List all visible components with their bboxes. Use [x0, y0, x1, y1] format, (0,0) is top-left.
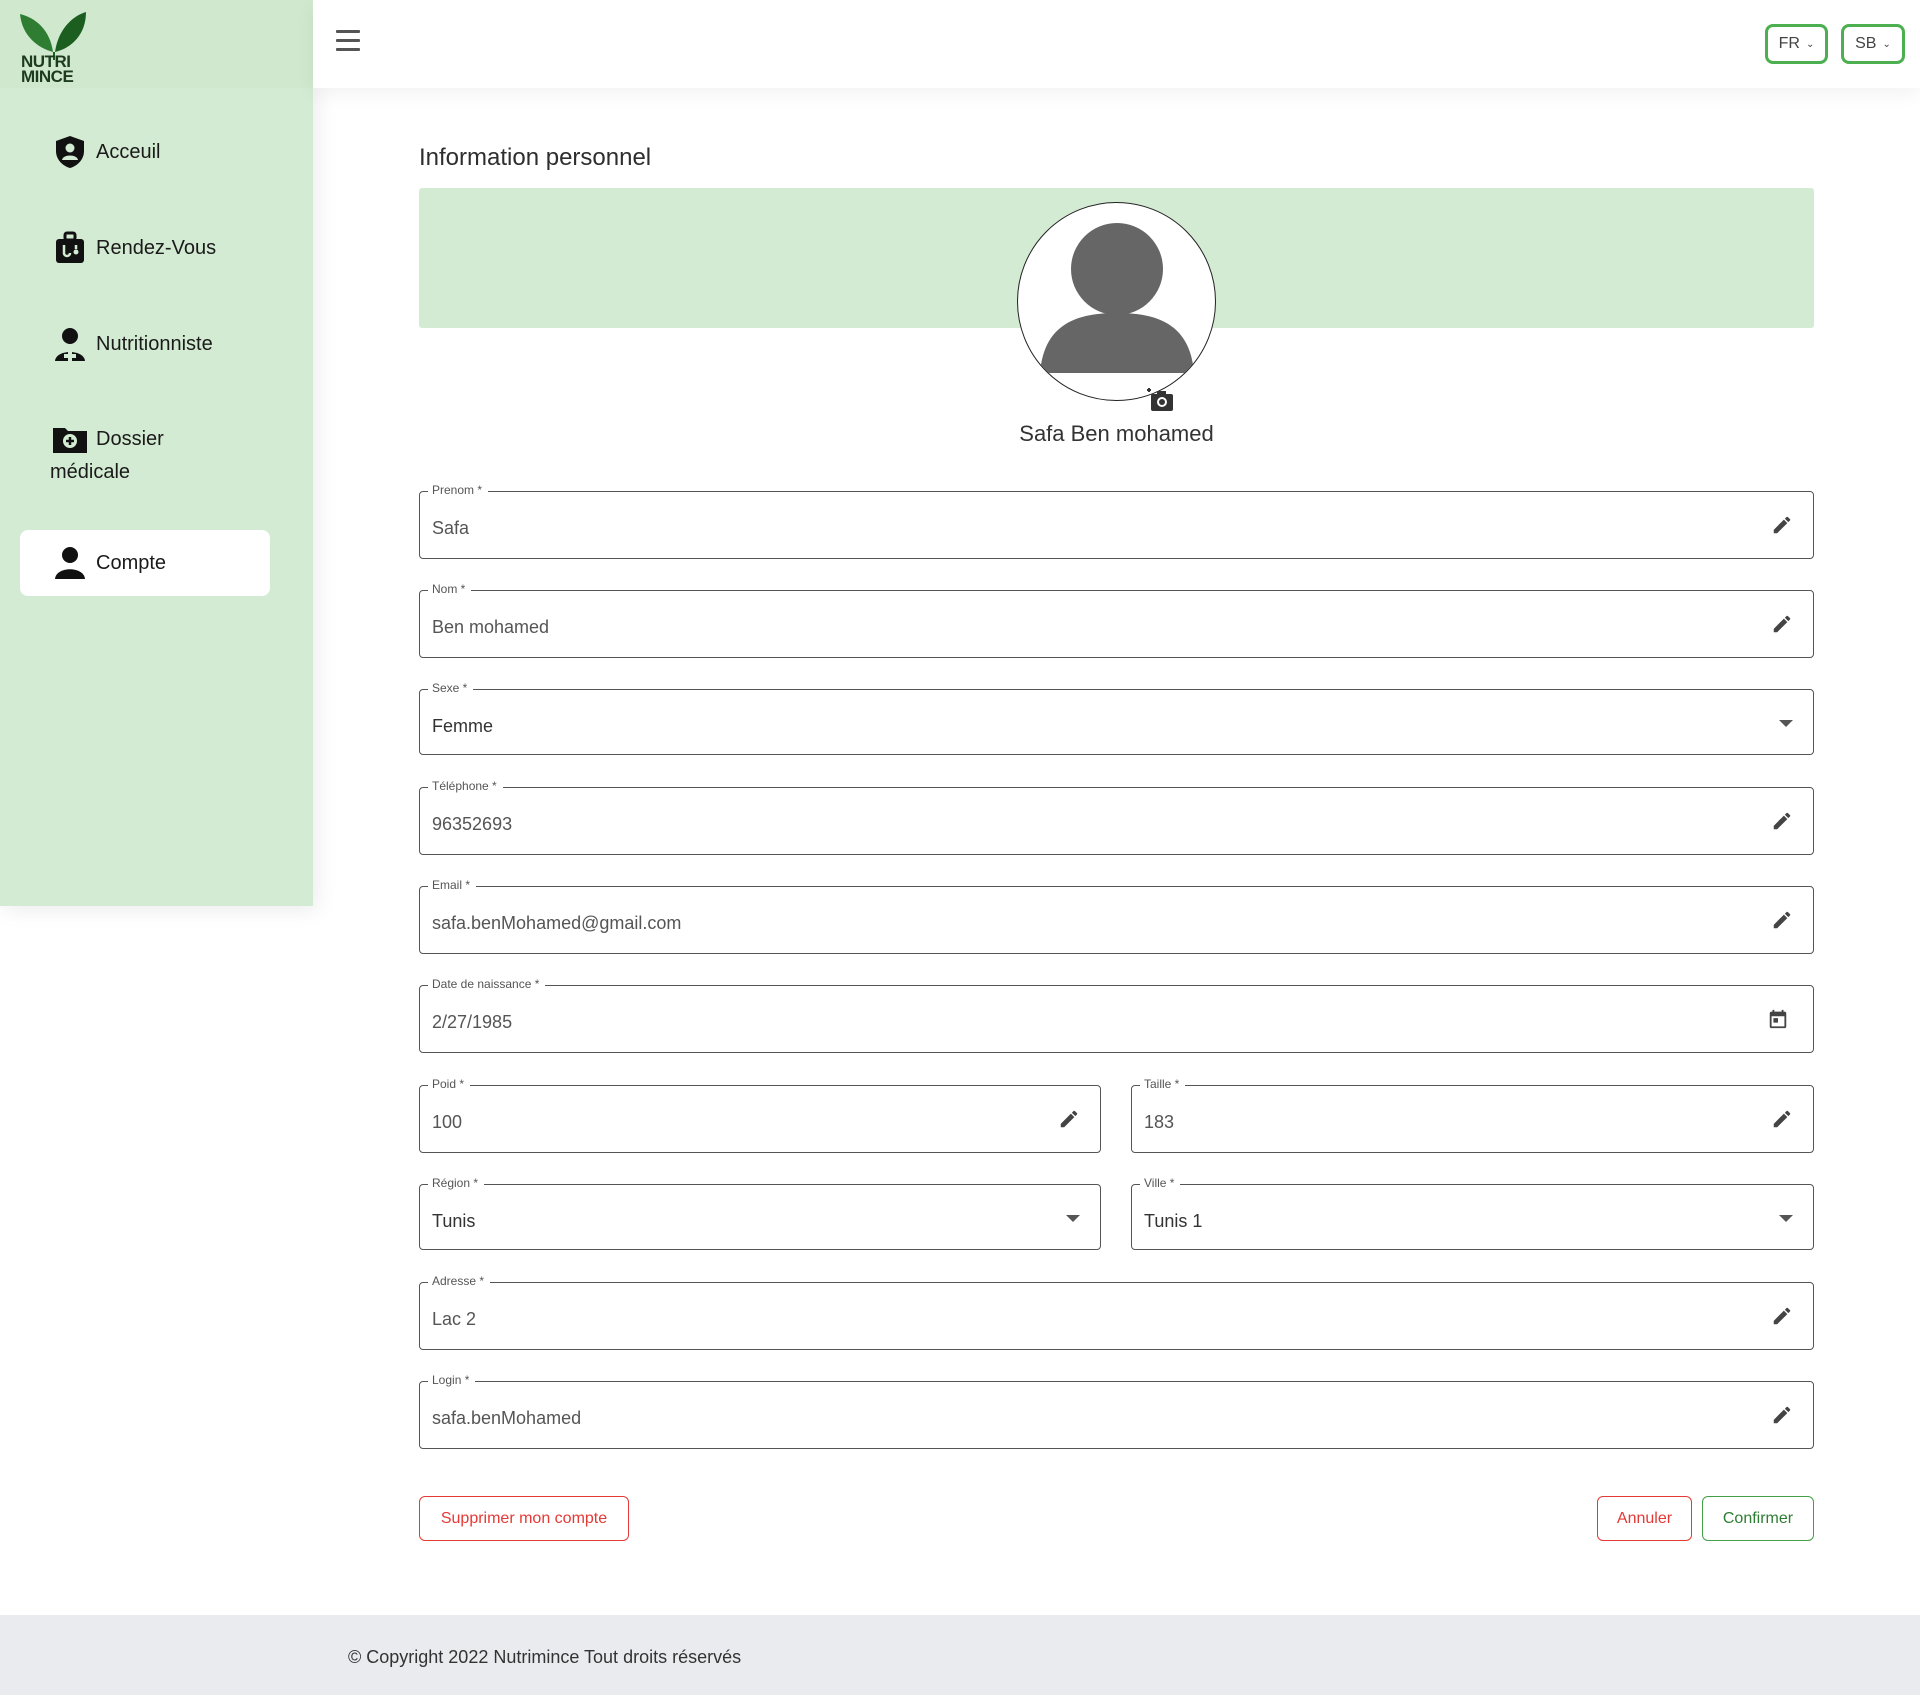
field-value[interactable]: 183	[1144, 1112, 1174, 1133]
field-label: Poid *	[428, 1077, 471, 1091]
email-field[interactable]: Email * safa.benMohamed@gmail.com	[419, 878, 1814, 954]
logo-text: NUTRI MINCE	[21, 53, 74, 86]
field-value: Tunis 1	[1144, 1211, 1203, 1231]
doctor-icon	[52, 326, 88, 362]
field-label: Prenom *	[428, 483, 489, 497]
page-title: Information personnel	[419, 144, 652, 171]
field-label: Téléphone *	[428, 779, 503, 793]
sidebar-item-rendez-vous[interactable]: Rendez-Vous	[20, 230, 270, 266]
field-label: Région *	[428, 1176, 485, 1190]
footer: © Copyright 2022 Nutrimince Tout droits …	[0, 1615, 1920, 1695]
logo-line-2: MINCE	[21, 67, 74, 86]
field-label: Adresse *	[428, 1274, 491, 1288]
field-label: Email *	[428, 878, 477, 892]
field-value[interactable]: 100	[432, 1112, 462, 1133]
hamburger-menu-icon[interactable]	[336, 30, 360, 54]
language-selector[interactable]: FR ⌄	[1765, 24, 1828, 64]
caret-down-icon[interactable]	[1779, 1215, 1793, 1222]
medical-bag-icon	[52, 230, 88, 266]
field-value[interactable]: 96352693	[432, 814, 512, 835]
chevron-down-icon: ⌄	[1805, 38, 1815, 50]
field-value: Tunis	[432, 1211, 476, 1231]
taille-field[interactable]: Taille * 183	[1131, 1077, 1814, 1153]
caret-down-icon[interactable]	[1779, 720, 1793, 727]
poid-field[interactable]: Poid * 100	[419, 1077, 1101, 1153]
field-value[interactable]: 2/27/1985	[432, 1012, 512, 1033]
telephone-field[interactable]: Téléphone * 96352693	[419, 779, 1814, 855]
user-menu-button[interactable]: SB ⌄	[1841, 24, 1905, 64]
sidebar-item-label: Acceuil	[96, 140, 161, 163]
field-label: Sexe *	[428, 681, 474, 695]
adresse-field[interactable]: Adresse * Lac 2	[419, 1274, 1814, 1350]
sidebar: NUTRI MINCE Acceuil Rendez-Vous Nutritio…	[0, 0, 313, 906]
prenom-field[interactable]: Prenom * Safa	[419, 483, 1814, 559]
profile-name: Safa Ben mohamed	[1019, 421, 1214, 446]
user-initials: SB	[1855, 35, 1877, 52]
user-icon	[52, 545, 88, 581]
field-value[interactable]: safa.benMohamed@gmail.com	[432, 913, 681, 934]
sidebar-item-label-line2: médicale	[50, 461, 131, 483]
field-label: Nom *	[428, 582, 472, 596]
pencil-icon[interactable]	[1769, 512, 1795, 538]
delete-account-button[interactable]: Supprimer mon compte	[419, 1496, 629, 1541]
sexe-select[interactable]: Sexe * Femme	[419, 681, 1814, 755]
chevron-down-icon: ⌄	[1882, 38, 1891, 50]
field-value: Femme	[432, 716, 494, 736]
language-label: FR	[1778, 35, 1800, 52]
ville-select[interactable]: Ville * Tunis 1	[1131, 1176, 1814, 1250]
pencil-icon[interactable]	[1769, 808, 1795, 834]
nom-field[interactable]: Nom * Ben mohamed	[419, 582, 1814, 658]
field-value[interactable]: Lac 2	[432, 1309, 476, 1330]
copyright-text: © Copyright 2022 Nutrimince Tout droits …	[348, 1647, 742, 1667]
field-label: Ville *	[1140, 1176, 1181, 1190]
pencil-icon[interactable]	[1769, 1106, 1795, 1132]
pencil-icon[interactable]	[1769, 1303, 1795, 1329]
pencil-icon[interactable]	[1769, 1402, 1795, 1428]
sidebar-item-label: Dossier	[96, 428, 164, 450]
confirm-button[interactable]: Confirmer	[1702, 1496, 1814, 1541]
date-naissance-field[interactable]: Date de naissance * 2/27/1985	[419, 977, 1814, 1053]
sidebar-item-label: Rendez-Vous	[96, 236, 217, 259]
login-field[interactable]: Login * safa.benMohamed	[419, 1373, 1814, 1449]
field-value[interactable]: safa.benMohamed	[432, 1408, 581, 1429]
folder-plus-icon	[52, 424, 88, 454]
pencil-icon[interactable]	[1769, 907, 1795, 933]
field-value[interactable]: Safa	[432, 518, 469, 539]
sidebar-item-nutritionniste[interactable]: Nutritionniste	[20, 326, 270, 362]
cancel-button[interactable]: Annuler	[1597, 1496, 1692, 1541]
field-value[interactable]: Ben mohamed	[432, 617, 549, 638]
sidebar-item-label: Nutritionniste	[96, 332, 213, 355]
region-select[interactable]: Région * Tunis	[419, 1176, 1101, 1250]
field-label: Taille *	[1140, 1077, 1186, 1091]
avatar-placeholder-icon	[1040, 223, 1194, 373]
top-bar: FR ⌄ SB ⌄	[313, 0, 1920, 88]
pencil-icon[interactable]	[1769, 611, 1795, 637]
add-photo-camera-icon[interactable]	[1145, 386, 1175, 414]
shield-user-icon	[52, 134, 88, 170]
pencil-icon[interactable]	[1056, 1106, 1082, 1132]
sidebar-item-label: Compte	[96, 551, 167, 574]
caret-down-icon[interactable]	[1066, 1215, 1080, 1222]
field-label: Date de naissance *	[428, 977, 546, 991]
sidebar-item-acceuil[interactable]: Acceuil	[20, 134, 270, 170]
calendar-icon[interactable]	[1765, 1006, 1791, 1032]
sidebar-item-compte[interactable]: Compte	[20, 530, 270, 596]
field-label: Login *	[428, 1373, 476, 1387]
avatar[interactable]	[1017, 202, 1216, 401]
